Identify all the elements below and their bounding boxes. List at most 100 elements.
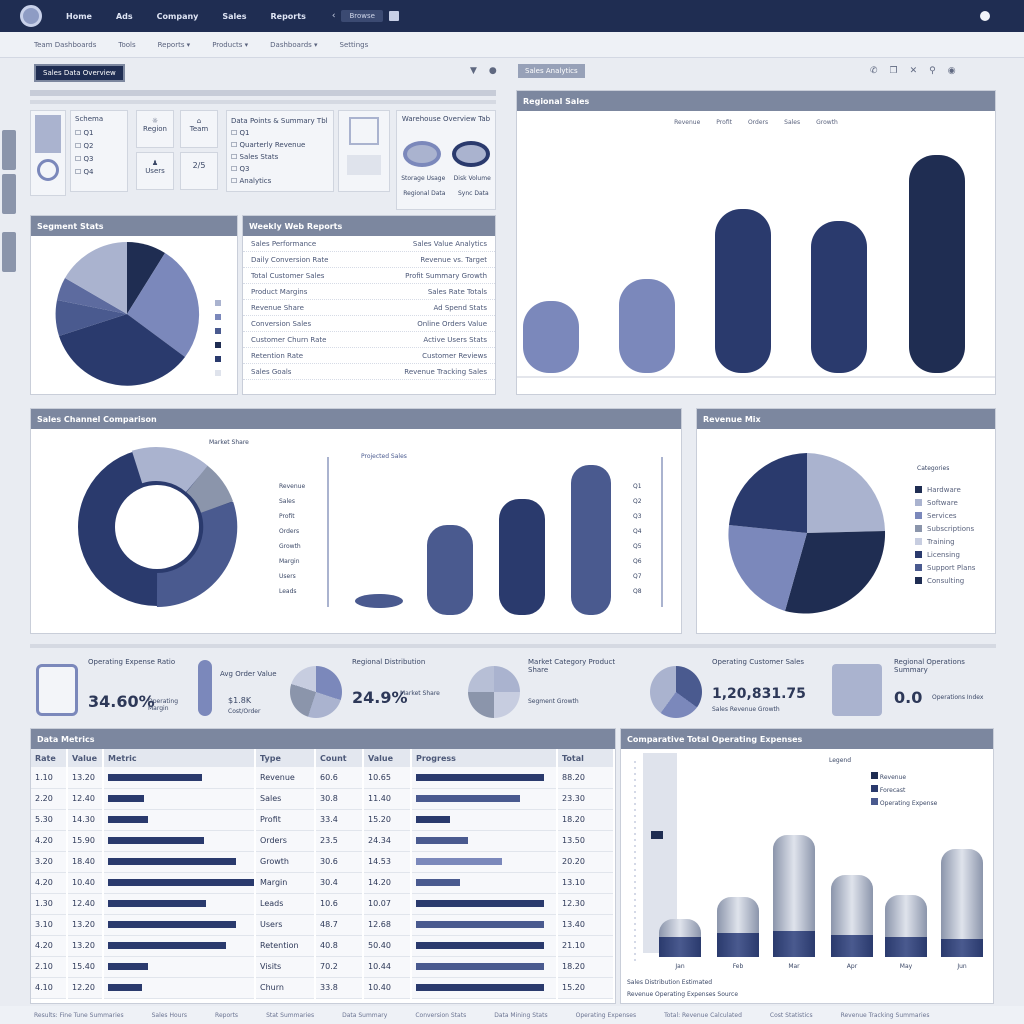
kpi-operating-ratio[interactable]: Operating Expense Ratio 34.60% Operating… bbox=[36, 650, 196, 722]
legend-item[interactable]: Services bbox=[915, 509, 975, 522]
column-header[interactable]: Metric bbox=[103, 749, 256, 767]
bar[interactable] bbox=[909, 155, 965, 373]
donut-segment[interactable] bbox=[185, 465, 234, 514]
user-avatar-icon[interactable] bbox=[980, 11, 990, 21]
edit-icon[interactable] bbox=[388, 11, 399, 21]
cylinder-bar[interactable] bbox=[773, 835, 815, 957]
table-row[interactable]: 4.20 10.40 Margin 30.4 14.20 13.10 bbox=[31, 872, 615, 894]
bar[interactable] bbox=[571, 465, 611, 615]
side-tool-3-icon[interactable] bbox=[2, 232, 16, 272]
close-icon[interactable]: ✕ bbox=[910, 66, 918, 76]
filter-check-q2[interactable]: ☐ Q2 bbox=[75, 140, 123, 153]
column-header[interactable]: Rate bbox=[31, 749, 68, 767]
report-row[interactable]: Retention Rate Customer Reviews bbox=[243, 348, 495, 364]
footer-link[interactable]: Cost Statistics bbox=[770, 1012, 813, 1019]
disk-icon[interactable] bbox=[402, 141, 441, 167]
table-row[interactable]: 3.10 13.20 Users 48.7 12.68 13.40 bbox=[31, 914, 615, 936]
browse-button[interactable]: Browse bbox=[341, 10, 383, 22]
bar[interactable] bbox=[499, 499, 545, 615]
option-item[interactable]: ☐ Q3 bbox=[231, 163, 329, 175]
document-card[interactable] bbox=[338, 110, 390, 192]
phone-icon[interactable]: ✆ bbox=[870, 66, 878, 76]
filter-check-q1[interactable]: ☐ Q1 bbox=[75, 127, 123, 140]
legend-item[interactable]: Support Plans bbox=[915, 561, 975, 574]
cylinder-bar[interactable] bbox=[831, 875, 873, 957]
kpi-regional-distribution[interactable]: Regional Distribution 24.9% Market Share bbox=[290, 650, 460, 722]
footer-link[interactable]: Data Mining Stats bbox=[494, 1012, 547, 1019]
mini-card-region[interactable]: ☼ Region bbox=[136, 110, 174, 148]
pin-icon[interactable]: ⚲ bbox=[929, 66, 936, 76]
right-section-tab[interactable]: Sales Analytics bbox=[518, 64, 585, 78]
table-row[interactable]: 4.20 13.20 Retention 40.8 50.40 21.10 bbox=[31, 935, 615, 957]
column-header[interactable]: Progress bbox=[411, 749, 558, 767]
bar[interactable] bbox=[523, 301, 579, 373]
option-item[interactable]: ☐ Q1 bbox=[231, 127, 329, 139]
legend-item[interactable]: Subscriptions bbox=[915, 522, 975, 535]
kpi-customer-sales[interactable]: Operating Customer Sales 1,20,831.75 Sal… bbox=[650, 650, 830, 722]
kpi-market-share[interactable]: Market Category Product Share Segment Gr… bbox=[468, 650, 640, 722]
mini-card-ratio[interactable]: 2/5 bbox=[180, 152, 218, 190]
legend-item[interactable]: Software bbox=[915, 496, 975, 509]
mini-card-users[interactable]: ♟ Users bbox=[136, 152, 174, 190]
cylinder-bar[interactable] bbox=[941, 849, 983, 957]
filter-check-q3[interactable]: ☐ Q3 bbox=[75, 153, 123, 166]
pie-slice[interactable] bbox=[807, 453, 885, 533]
legend-item[interactable]: Consulting bbox=[915, 574, 975, 587]
side-tool-2-icon[interactable] bbox=[2, 174, 16, 214]
footer-link[interactable]: Revenue Tracking Summaries bbox=[841, 1012, 930, 1019]
footer-link[interactable]: Operating Expenses bbox=[576, 1012, 637, 1019]
info-icon[interactable]: ◉ bbox=[948, 66, 956, 76]
table-row[interactable]: 4.20 15.90 Orders 23.5 24.34 13.50 bbox=[31, 830, 615, 852]
cylinder-bar[interactable] bbox=[659, 919, 701, 957]
option-item[interactable]: ☐ Analytics bbox=[231, 175, 329, 187]
legend-item[interactable]: Training bbox=[915, 535, 975, 548]
report-row[interactable]: Sales Goals Revenue Tracking Sales bbox=[243, 364, 495, 380]
footer-link[interactable]: Reports bbox=[215, 1012, 238, 1019]
footer-link[interactable]: Total: Revenue Calculated bbox=[664, 1012, 742, 1019]
subnav-products[interactable]: Products ▾ bbox=[212, 41, 248, 49]
bar[interactable] bbox=[619, 279, 675, 373]
column-header[interactable]: Count bbox=[315, 749, 364, 767]
footer-link[interactable]: Data Summary bbox=[342, 1012, 387, 1019]
table-row[interactable]: 1.10 13.20 Revenue 60.6 10.65 88.20 bbox=[31, 767, 615, 789]
nav-ads[interactable]: Ads bbox=[116, 12, 133, 21]
disk-icon[interactable] bbox=[451, 141, 490, 167]
bar[interactable] bbox=[427, 525, 473, 615]
legend-item[interactable]: Hardware bbox=[915, 483, 975, 496]
subnav-tools[interactable]: Tools bbox=[118, 41, 135, 49]
table-row[interactable]: 5.30 14.30 Profit 33.4 15.20 18.20 bbox=[31, 809, 615, 831]
legend-item[interactable]: Licensing bbox=[915, 548, 975, 561]
donut-segment[interactable] bbox=[131, 447, 209, 493]
footer-link[interactable]: Conversion Stats bbox=[415, 1012, 466, 1019]
nav-sales[interactable]: Sales bbox=[222, 12, 246, 21]
cylinder-bar[interactable] bbox=[885, 895, 927, 957]
report-row[interactable]: Customer Churn Rate Active Users Stats bbox=[243, 332, 495, 348]
nav-home[interactable]: Home bbox=[66, 12, 92, 21]
report-row[interactable]: Daily Conversion Rate Revenue vs. Target bbox=[243, 252, 495, 268]
table-row[interactable]: 3.20 18.40 Growth 30.6 14.53 20.20 bbox=[31, 851, 615, 873]
copy-icon[interactable]: ❐ bbox=[890, 66, 898, 76]
filter-check-q4[interactable]: ☐ Q4 bbox=[75, 166, 123, 179]
table-row[interactable]: 2.20 12.40 Sales 30.8 11.40 23.30 bbox=[31, 788, 615, 810]
option-item[interactable]: ☐ Sales Stats bbox=[231, 151, 329, 163]
bar-base[interactable] bbox=[355, 594, 403, 608]
report-row[interactable]: Total Customer Sales Profit Summary Growt… bbox=[243, 268, 495, 284]
nav-company[interactable]: Company bbox=[157, 12, 199, 21]
kpi-operations-summary[interactable]: Regional Operations Summary 0.0 Operatio… bbox=[832, 650, 996, 722]
subnav-dashboards[interactable]: Dashboards ▾ bbox=[270, 41, 317, 49]
footer-link[interactable]: Sales Hours bbox=[152, 1012, 187, 1019]
table-row[interactable]: 2.10 15.40 Visits 70.2 10.44 18.20 bbox=[31, 956, 615, 978]
option-item[interactable]: ☐ Quarterly Revenue bbox=[231, 139, 329, 151]
bar[interactable] bbox=[715, 209, 771, 373]
subnav-team-dashboards[interactable]: Team Dashboards bbox=[34, 41, 96, 49]
footer-link[interactable]: Stat Summaries bbox=[266, 1012, 314, 1019]
column-header[interactable]: Total bbox=[557, 749, 615, 767]
table-row[interactable]: 1.30 12.40 Leads 10.6 10.07 12.30 bbox=[31, 893, 615, 915]
app-logo[interactable] bbox=[20, 5, 42, 27]
column-header[interactable]: Value bbox=[67, 749, 104, 767]
subnav-settings[interactable]: Settings bbox=[340, 41, 369, 49]
column-header[interactable]: Value bbox=[363, 749, 412, 767]
report-row[interactable]: Product Margins Sales Rate Totals bbox=[243, 284, 495, 300]
table-row[interactable]: 4.10 12.20 Churn 33.8 10.40 15.20 bbox=[31, 977, 615, 999]
filter-thumb-card[interactable] bbox=[30, 110, 66, 196]
